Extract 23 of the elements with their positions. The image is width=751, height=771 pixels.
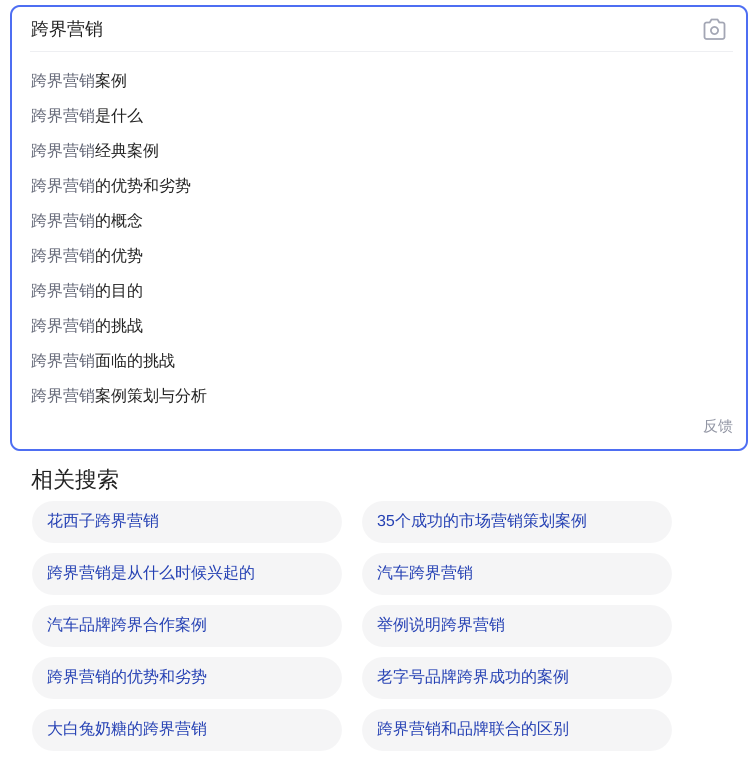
related-search-link[interactable]: 大白兔奶糖的跨界营销 bbox=[32, 709, 342, 751]
related-search-link[interactable]: 汽车品牌跨界合作案例 bbox=[32, 605, 342, 647]
suggestion-item[interactable]: 跨界营销案例 bbox=[12, 64, 127, 99]
related-search-link[interactable]: 老字号品牌跨界成功的案例 bbox=[362, 657, 672, 699]
related-searches-title: 相关搜索 bbox=[31, 466, 119, 494]
suggestion-item[interactable]: 跨界营销经典案例 bbox=[12, 134, 159, 169]
suggestion-item[interactable]: 跨界营销的优势和劣势 bbox=[12, 169, 191, 204]
related-search-link[interactable]: 35个成功的市场营销策划案例 bbox=[362, 501, 672, 543]
camera-icon[interactable] bbox=[702, 18, 727, 40]
related-search-link[interactable]: 跨界营销的优势和劣势 bbox=[32, 657, 342, 699]
suggestion-item[interactable]: 跨界营销的概念 bbox=[12, 204, 143, 239]
suggestion-item[interactable]: 跨界营销面临的挑战 bbox=[12, 344, 175, 379]
suggestion-item[interactable]: 跨界营销案例策划与分析 bbox=[12, 379, 207, 414]
related-search-link[interactable]: 花西子跨界营销 bbox=[32, 501, 342, 543]
related-search-link[interactable]: 汽车跨界营销 bbox=[362, 553, 672, 595]
related-search-link[interactable]: 跨界营销是从什么时候兴起的 bbox=[32, 553, 342, 595]
search-field[interactable]: 跨界营销 bbox=[31, 14, 702, 44]
suggestion-item[interactable]: 跨界营销是什么 bbox=[12, 99, 143, 134]
related-search-link[interactable]: 举例说明跨界营销 bbox=[362, 605, 672, 647]
suggestion-item[interactable]: 跨界营销的目的 bbox=[12, 274, 143, 309]
suggestion-item[interactable]: 跨界营销的优势 bbox=[12, 239, 143, 274]
related-search-link[interactable]: 跨界营销和品牌联合的区别 bbox=[362, 709, 672, 751]
suggestion-item[interactable]: 跨界营销的挑战 bbox=[12, 309, 143, 344]
